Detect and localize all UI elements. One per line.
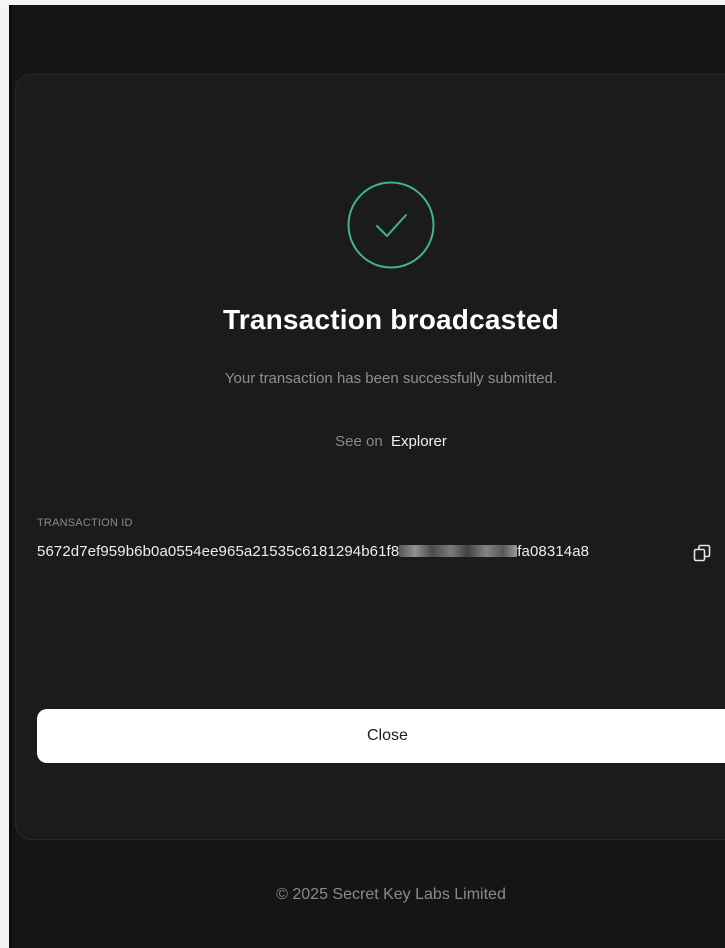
dialog-title: Transaction broadcasted — [222, 304, 560, 335]
explorer-prefix: See on — [335, 433, 383, 450]
close-button[interactable]: Close — [37, 709, 725, 763]
copy-icon[interactable] — [693, 544, 711, 562]
explorer-row: See on Explorer — [0, 433, 725, 450]
window-left-edge-shadow — [9, 5, 12, 948]
window-left-edge — [0, 5, 9, 948]
check-circle-icon — [347, 181, 435, 269]
window-top-border — [0, 0, 725, 5]
dialog-subtitle: Your transaction has been successfully s… — [224, 370, 558, 387]
transaction-id-value: 5672d7ef959b6b0a0554ee965a21535c6181294b… — [37, 543, 589, 560]
explorer-link[interactable]: Explorer — [391, 433, 447, 450]
transaction-id-label: TRANSACTION ID — [37, 517, 133, 529]
transaction-id-start: 5672d7ef959b6b0a0554ee965a21535c6181294b… — [37, 543, 400, 560]
redacted-segment — [399, 545, 518, 557]
transaction-id-end: fa08314a8 — [517, 543, 590, 560]
footer-copyright: © 2025 Secret Key Labs Limited — [276, 886, 506, 903]
